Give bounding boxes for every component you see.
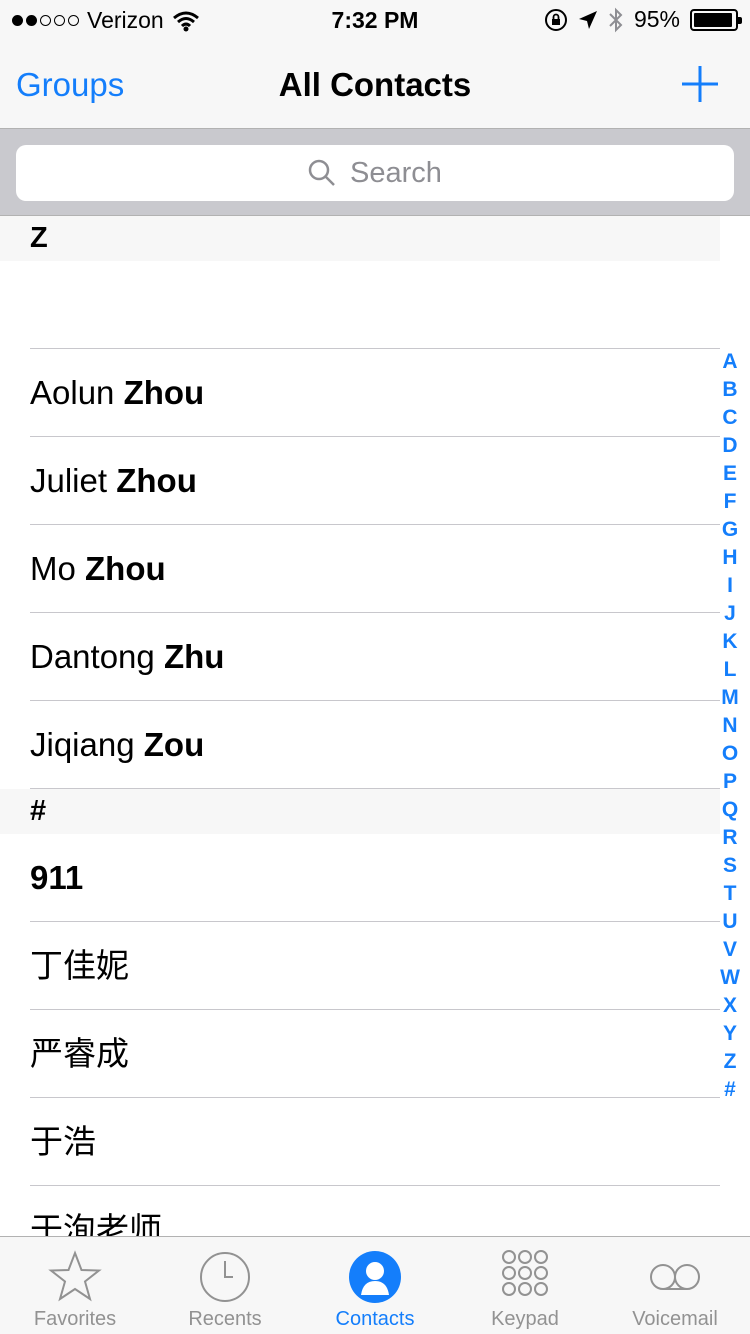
contact-row[interactable]: Mo Zhou bbox=[0, 525, 720, 613]
rotation-lock-icon bbox=[544, 8, 567, 31]
search-placeholder: Search bbox=[350, 156, 442, 189]
tab-label: Favorites bbox=[33, 1308, 117, 1330]
index-letter[interactable]: P bbox=[723, 768, 737, 796]
tab-recents[interactable]: Recents bbox=[150, 1237, 300, 1334]
contact-first-name: Jiqiang bbox=[30, 726, 135, 763]
battery-icon bbox=[690, 8, 742, 31]
tab-keypad[interactable]: Keypad bbox=[450, 1237, 600, 1334]
contact-first-name: Mo bbox=[30, 550, 76, 587]
index-letter[interactable]: L bbox=[724, 656, 737, 684]
contact-row[interactable]: 于浩 bbox=[0, 1098, 720, 1186]
index-letter[interactable]: B bbox=[722, 376, 737, 404]
index-letter[interactable]: H bbox=[722, 544, 737, 572]
search-input[interactable]: Search bbox=[16, 145, 734, 201]
index-letter[interactable]: W bbox=[720, 964, 740, 992]
index-letter[interactable]: C bbox=[722, 404, 737, 432]
index-letter[interactable]: N bbox=[722, 712, 737, 740]
contact-first-name: Aolun bbox=[30, 374, 115, 411]
index-letter[interactable]: F bbox=[724, 488, 737, 516]
location-icon bbox=[578, 10, 597, 29]
contact-last-name: Zhu bbox=[163, 638, 225, 675]
tab-favorites[interactable]: Favorites bbox=[0, 1237, 150, 1334]
index-letter[interactable]: T bbox=[724, 880, 737, 908]
battery-percent: 95% bbox=[633, 6, 680, 32]
contact-last-name: Zhou bbox=[116, 462, 197, 499]
tab-label: Recents bbox=[188, 1308, 262, 1330]
index-letter[interactable]: Y bbox=[723, 1020, 737, 1048]
contact-row[interactable]: Juliet Zhou bbox=[0, 437, 720, 525]
index-letter[interactable]: Q bbox=[722, 796, 738, 824]
contact-first-name: 于浩 bbox=[30, 1123, 96, 1160]
navigation-bar: Groups All Contacts bbox=[0, 40, 750, 128]
index-letter[interactable]: U bbox=[722, 908, 737, 936]
contact-row[interactable]: 丁佳妮 bbox=[0, 922, 720, 1010]
clock-icon bbox=[200, 1252, 250, 1302]
contact-last-name: Zhou bbox=[123, 374, 205, 411]
index-letter[interactable]: A bbox=[722, 348, 737, 376]
tab-label: Voicemail bbox=[632, 1308, 718, 1330]
index-letter[interactable]: M bbox=[721, 684, 739, 712]
index-letter[interactable]: R bbox=[722, 824, 737, 852]
tab-bar: Favorites Recents Contacts Keypad Voicem… bbox=[0, 1236, 750, 1334]
index-letter[interactable]: E bbox=[723, 460, 737, 488]
search-area: Search bbox=[0, 128, 750, 216]
index-letter[interactable]: X bbox=[723, 992, 737, 1020]
tab-contacts[interactable]: Contacts bbox=[300, 1237, 450, 1334]
contact-row[interactable]: 严睿成 bbox=[0, 1010, 720, 1098]
section-header: # bbox=[0, 789, 720, 834]
bluetooth-icon bbox=[609, 7, 623, 32]
search-icon bbox=[308, 159, 335, 186]
contact-last-name: 911 bbox=[30, 859, 84, 896]
tab-label: Keypad bbox=[491, 1308, 559, 1330]
index-letter[interactable]: K bbox=[722, 628, 737, 656]
page-title: All Contacts bbox=[278, 66, 472, 103]
index-letter[interactable]: D bbox=[722, 432, 737, 460]
index-letter[interactable]: O bbox=[722, 740, 738, 768]
contact-row[interactable] bbox=[0, 261, 720, 349]
contact-row[interactable]: 911 bbox=[0, 834, 720, 922]
contact-first-name: 严睿成 bbox=[30, 1035, 129, 1072]
tab-voicemail[interactable]: Voicemail bbox=[600, 1237, 750, 1334]
contact-last-name: Zou bbox=[143, 726, 205, 763]
index-letter[interactable]: I bbox=[727, 572, 733, 600]
index-letter[interactable]: V bbox=[723, 936, 737, 964]
contact-row[interactable]: Dantong Zhu bbox=[0, 613, 720, 701]
index-letter[interactable]: S bbox=[723, 852, 737, 880]
index-letter[interactable]: Z bbox=[724, 1048, 737, 1076]
tab-label: Contacts bbox=[335, 1308, 415, 1330]
section-index-bar[interactable]: A B C D E F G H I J K L M N O P Q R S T U V W X Y Z # bbox=[716, 348, 744, 1104]
star-icon bbox=[48, 1250, 102, 1302]
voicemail-icon bbox=[650, 1264, 700, 1290]
status-right: 95% bbox=[544, 6, 742, 33]
contact-first-name: Dantong bbox=[30, 638, 155, 675]
status-bar: Verizon 7:32 PM 95% bbox=[0, 0, 750, 40]
contact-first-name: 丁佳妮 bbox=[30, 947, 129, 984]
contact-first-name: Juliet bbox=[30, 462, 108, 499]
contact-row[interactable]: Jiqiang Zou bbox=[0, 701, 720, 789]
contacts-icon bbox=[349, 1251, 401, 1303]
index-letter[interactable]: G bbox=[722, 516, 738, 544]
section-header: Z bbox=[0, 216, 720, 261]
contact-row[interactable]: Aolun Zhou bbox=[0, 349, 720, 437]
index-letter[interactable]: J bbox=[724, 600, 736, 628]
index-letter[interactable]: # bbox=[724, 1076, 736, 1104]
keypad-icon bbox=[502, 1250, 548, 1296]
contact-last-name: Zhou bbox=[85, 550, 166, 587]
plus-icon[interactable] bbox=[678, 62, 722, 106]
contacts-list: Z Aolun Zhou Juliet Zhou Mo Zhou Dantong Zhu… bbox=[0, 216, 720, 1274]
